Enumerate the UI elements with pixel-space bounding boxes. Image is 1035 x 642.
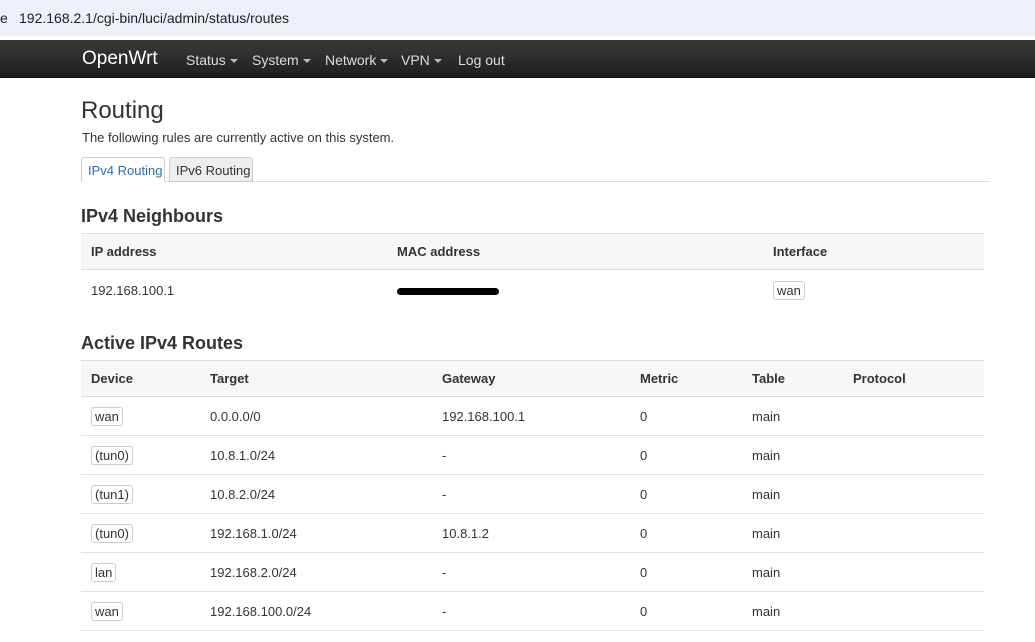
nav-logout[interactable]: Log out	[458, 52, 505, 68]
url-field[interactable]: 192.168.2.1/cgi-bin/luci/admin/status/ro…	[19, 10, 289, 26]
column-header: MAC address	[387, 233, 763, 270]
target-cell: 0.0.0.0/0	[200, 396, 432, 436]
browser-address-bar[interactable]: e 192.168.2.1/cgi-bin/luci/admin/status/…	[0, 0, 1035, 36]
nav-system-label: System	[252, 52, 299, 68]
column-header: Gateway	[432, 360, 630, 397]
gateway-cell: 192.168.100.1	[432, 396, 630, 436]
device-cell: (tun1)	[81, 474, 200, 514]
table-cell: main	[742, 513, 843, 553]
device-cell: wan	[81, 396, 200, 436]
page-description: The following rules are currently active…	[82, 130, 395, 145]
address-prefix: e	[0, 10, 8, 26]
target-cell: 192.168.1.0/24	[200, 513, 432, 553]
caret-down-icon	[302, 59, 311, 64]
device-badge[interactable]: (tun0)	[91, 523, 133, 543]
device-cell: lan	[81, 552, 200, 592]
gateway-cell: -	[432, 591, 630, 631]
gateway-cell: -	[432, 552, 630, 592]
table-row: wan 0.0.0.0/0 192.168.100.1 0 main	[81, 396, 984, 436]
interface-badge[interactable]: wan	[773, 280, 805, 300]
tab-ipv6-routing[interactable]: IPv6 Routing	[169, 157, 253, 182]
interface-cell: wan	[763, 270, 984, 311]
brand-logo[interactable]: OpenWrt	[82, 48, 158, 70]
target-cell: 192.168.2.0/24	[200, 552, 432, 592]
metric-cell: 0	[630, 591, 742, 631]
table-cell: main	[742, 591, 843, 631]
column-header: Interface	[763, 233, 984, 270]
device-badge[interactable]: (tun1)	[91, 484, 133, 504]
table-row: (tun0) 10.8.1.0/24 - 0 main	[81, 435, 984, 475]
tab-ipv4-routing[interactable]: IPv4 Routing	[81, 157, 165, 182]
column-header: Protocol	[843, 360, 984, 397]
top-navbar: OpenWrt Status System Network VPN Log ou…	[0, 40, 1035, 78]
protocol-cell	[843, 591, 984, 631]
caret-down-icon	[433, 59, 442, 64]
nav-network[interactable]: Network	[325, 52, 389, 68]
table-cell: main	[742, 396, 843, 436]
table-row: (tun0) 192.168.1.0/24 10.8.1.2 0 main	[81, 513, 984, 553]
table-row: wan 192.168.100.0/24 - 0 main	[81, 591, 984, 631]
table-row: lan 192.168.2.0/24 - 0 main	[81, 552, 984, 592]
device-cell: (tun0)	[81, 513, 200, 553]
metric-cell: 0	[630, 435, 742, 475]
protocol-cell	[843, 552, 984, 592]
caret-down-icon	[229, 59, 238, 64]
gateway-cell: 10.8.1.2	[432, 513, 630, 553]
nav-vpn-label: VPN	[401, 52, 430, 68]
nav-status-label: Status	[186, 52, 226, 68]
table-row: 192.168.100.1 wan	[81, 270, 984, 311]
routes-table: Device Target Gateway Metric Table Proto…	[81, 360, 984, 631]
ip-address-cell: 192.168.100.1	[91, 282, 175, 298]
column-header: Device	[81, 360, 200, 397]
protocol-cell	[843, 474, 984, 514]
device-cell: (tun0)	[81, 435, 200, 475]
target-cell: 10.8.2.0/24	[200, 474, 432, 514]
protocol-cell	[843, 435, 984, 475]
device-badge[interactable]: lan	[91, 562, 117, 582]
nav-vpn[interactable]: VPN	[401, 52, 442, 68]
gateway-cell: -	[432, 435, 630, 475]
routes-section-title: Active IPv4 Routes	[81, 333, 244, 353]
gateway-cell: -	[432, 474, 630, 514]
column-header: IP address	[81, 233, 387, 270]
metric-cell: 0	[630, 513, 742, 553]
device-badge[interactable]: (tun0)	[91, 445, 133, 465]
column-header: Metric	[630, 360, 742, 397]
table-cell: main	[742, 435, 843, 475]
table-header-row: Device Target Gateway Metric Table Proto…	[81, 360, 984, 397]
target-cell: 10.8.1.0/24	[200, 435, 432, 475]
column-header: Target	[200, 360, 432, 397]
protocol-cell	[843, 513, 984, 553]
nav-status[interactable]: Status	[186, 52, 238, 68]
neighbours-section-title: IPv4 Neighbours	[81, 206, 224, 226]
page-title: Routing	[81, 97, 164, 124]
metric-cell: 0	[630, 474, 742, 514]
mac-address-cell	[387, 270, 763, 311]
device-cell: wan	[81, 591, 200, 631]
target-cell: 192.168.100.0/24	[200, 591, 432, 631]
caret-down-icon	[380, 59, 389, 64]
protocol-cell	[843, 396, 984, 436]
metric-cell: 0	[630, 552, 742, 592]
table-header-row: IP address MAC address Interface	[81, 233, 984, 270]
nav-network-label: Network	[325, 52, 377, 68]
table-row: (tun1) 10.8.2.0/24 - 0 main	[81, 474, 984, 514]
table-cell: main	[742, 474, 843, 514]
neighbours-table: IP address MAC address Interface 192.168…	[81, 233, 984, 311]
nav-system[interactable]: System	[252, 52, 311, 68]
device-badge[interactable]: wan	[91, 601, 123, 621]
redacted-mac	[397, 287, 499, 295]
device-badge[interactable]: wan	[91, 406, 123, 426]
table-cell: main	[742, 552, 843, 592]
column-header: Table	[742, 360, 843, 397]
metric-cell: 0	[630, 396, 742, 436]
